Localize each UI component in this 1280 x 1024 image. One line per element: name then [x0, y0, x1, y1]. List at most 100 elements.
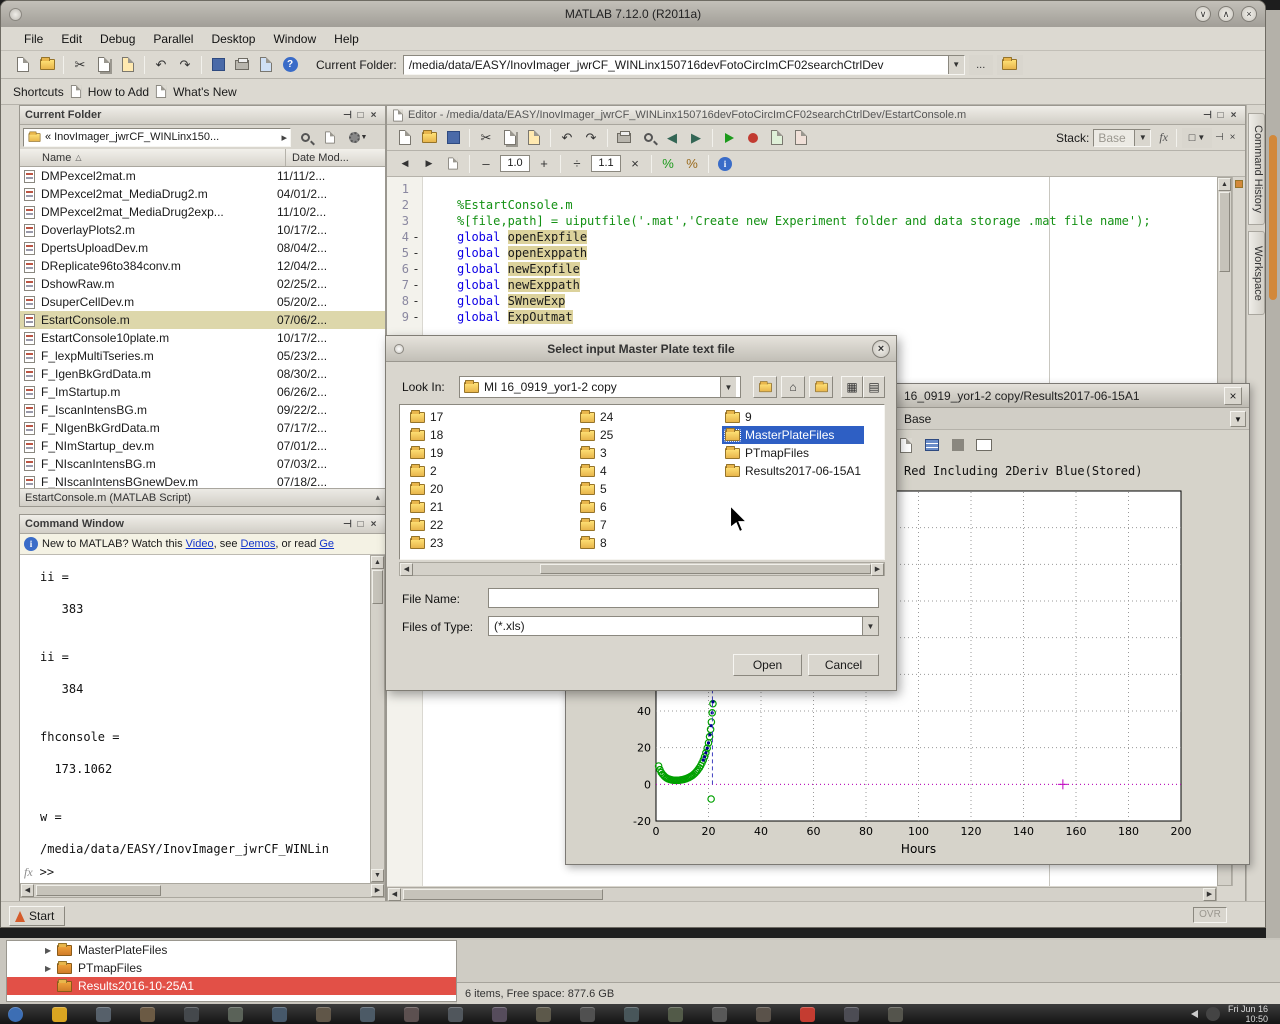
- tree-item[interactable]: ▶MasterPlateFiles: [7, 941, 456, 959]
- look-in-combobox[interactable]: MI 16_0919_yor1-2 copy ▼: [459, 376, 741, 398]
- open-button[interactable]: [418, 127, 440, 149]
- menu-debug[interactable]: Debug: [91, 29, 144, 49]
- grid-view-button[interactable]: ▦: [841, 376, 863, 398]
- cell-divider-button[interactable]: %: [681, 153, 703, 175]
- getting-started-link[interactable]: Ge: [319, 538, 334, 550]
- menu-window[interactable]: Window: [264, 29, 325, 49]
- current-folder-combobox[interactable]: /media/data/EASY/InovImager_jwrCF_WINLin…: [403, 55, 965, 75]
- simulink-button[interactable]: [207, 54, 229, 76]
- dialog-folder-item[interactable]: 24: [577, 408, 616, 426]
- breadcrumb-collapse[interactable]: «: [45, 131, 51, 143]
- dialog-hscrollbar[interactable]: ◀ ▶: [399, 562, 885, 576]
- scroll-left-icon[interactable]: ◀: [388, 888, 401, 901]
- scrollbar-thumb[interactable]: [1219, 192, 1230, 272]
- file-row[interactable]: F_NImStartup_dev.m07/01/2...: [20, 437, 385, 455]
- list-view-button[interactable]: ▤: [863, 376, 885, 398]
- file-row[interactable]: DMPexcel2mat.m11/11/2...: [20, 167, 385, 185]
- file-list-column-header[interactable]: Name △ Date Mod...: [20, 149, 385, 167]
- redo-button[interactable]: ↷: [580, 127, 602, 149]
- dialog-folder-item[interactable]: 20: [407, 480, 446, 498]
- file-row[interactable]: F_IscanIntensBG.m09/22/2...: [20, 401, 385, 419]
- collapse-detail-icon[interactable]: ▴: [375, 492, 380, 503]
- column-divider[interactable]: [285, 149, 286, 166]
- figure-options-button[interactable]: [948, 435, 968, 455]
- dialog-folder-item[interactable]: 4: [577, 462, 616, 480]
- file-row[interactable]: DsuperCellDev.m05/20/2...: [20, 293, 385, 311]
- code-line[interactable]: 9-global ExpOutmat: [387, 309, 1217, 325]
- maximize-button[interactable]: ∧: [1218, 6, 1234, 22]
- view-split-button[interactable]: □ ▼: [1182, 128, 1212, 148]
- cut-button[interactable]: ✂: [69, 54, 91, 76]
- network-icon[interactable]: [668, 1007, 683, 1022]
- video-link[interactable]: Video: [186, 538, 214, 550]
- scroll-down-icon[interactable]: ▼: [371, 869, 384, 882]
- file-row[interactable]: F_NIscanIntensBG.m07/03/2...: [20, 455, 385, 473]
- stack-combobox[interactable]: Base ▼: [1093, 129, 1151, 147]
- red-app-icon[interactable]: [800, 1007, 815, 1022]
- dialog-folder-item[interactable]: 25: [577, 426, 616, 444]
- up-one-level-button[interactable]: [753, 376, 777, 398]
- go-forward-button[interactable]: ▶: [685, 127, 707, 149]
- display-icon[interactable]: [96, 1007, 111, 1022]
- combo-dropdown-icon[interactable]: ▼: [720, 377, 736, 397]
- paste-button[interactable]: [117, 54, 139, 76]
- code-line[interactable]: 2%EstartConsole.m: [387, 197, 1217, 213]
- file-row[interactable]: F_NIgenBkGrdData.m07/17/2...: [20, 419, 385, 437]
- dialog-close-button[interactable]: ×: [872, 340, 890, 358]
- demos-link[interactable]: Demos: [241, 538, 276, 550]
- go-back-button[interactable]: ◀: [661, 127, 683, 149]
- command-console[interactable]: ii = 383 ii = 384 fhconsole = 173.1062 w…: [20, 555, 385, 883]
- menu-edit[interactable]: Edit: [52, 29, 91, 49]
- scrollbar-thumb[interactable]: [1269, 135, 1277, 300]
- console-vscrollbar[interactable]: ▲ ▼: [370, 555, 385, 883]
- increment-button[interactable]: +: [533, 153, 555, 175]
- up-folder-button[interactable]: [997, 55, 1023, 75]
- code-line[interactable]: 6-global newExpfile: [387, 261, 1217, 277]
- figure-close-button[interactable]: ×: [1224, 387, 1242, 405]
- dialog-menu-icon[interactable]: [394, 344, 404, 354]
- scroll-right-icon[interactable]: ▶: [1203, 888, 1216, 901]
- dialog-folder-item[interactable]: 5: [577, 480, 616, 498]
- dialog-folder-item[interactable]: 23: [407, 534, 446, 552]
- dialog-folder-item[interactable]: 21: [407, 498, 446, 516]
- files-of-type-combobox[interactable]: (*.xls) ▼: [488, 616, 879, 636]
- scroll-up-icon[interactable]: ▲: [371, 556, 384, 569]
- file-row[interactable]: F_ImStartup.m06/26/2...: [20, 383, 385, 401]
- cut-button[interactable]: ✂: [475, 127, 497, 149]
- paste-button[interactable]: [523, 127, 545, 149]
- close-panel-icon[interactable]: ×: [367, 519, 380, 530]
- command-window-header[interactable]: Command Window ⊣ □ ×: [20, 515, 385, 534]
- copy-button[interactable]: [499, 127, 521, 149]
- file-row[interactable]: EstartConsole10plate.m10/17/2...: [20, 329, 385, 347]
- divide-button[interactable]: ÷: [566, 153, 588, 175]
- close-button[interactable]: ×: [1241, 6, 1257, 22]
- run-section-button[interactable]: [766, 127, 788, 149]
- chat-icon[interactable]: [624, 1007, 639, 1022]
- indent-left-button[interactable]: ◀: [394, 153, 416, 175]
- dialog-file-list[interactable]: 171819220212223 2425345678 9MasterPlateF…: [399, 404, 885, 560]
- figure-save-button[interactable]: [896, 435, 916, 455]
- file-row[interactable]: F_IgenBkGrdData.m08/30/2...: [20, 365, 385, 383]
- scroll-right-icon[interactable]: ▶: [371, 884, 384, 897]
- menu-desktop[interactable]: Desktop: [202, 29, 264, 49]
- save-button[interactable]: [442, 127, 464, 149]
- title-bar[interactable]: MATLAB 7.12.0 (R2011a) ∨ ∧ ×: [1, 1, 1265, 27]
- dialog-folder-item[interactable]: 19: [407, 444, 446, 462]
- file-row[interactable]: DMPexcel2mat_MediaDrug2.m04/01/2...: [20, 185, 385, 203]
- folder-breadcrumb-combo[interactable]: « InovImager_jwrCF_WINLinx150... ▸: [23, 128, 291, 147]
- tab-workspace[interactable]: Workspace: [1248, 231, 1265, 315]
- scrollbar-thumb[interactable]: [372, 570, 383, 604]
- dialog-folder-item[interactable]: MasterPlateFiles: [722, 426, 864, 444]
- office-icon[interactable]: [360, 1007, 375, 1022]
- maximize-panel-icon[interactable]: □: [1214, 110, 1227, 121]
- maximize-panel-icon[interactable]: □: [354, 110, 367, 121]
- indent-right-button[interactable]: ▶: [418, 153, 440, 175]
- undock-icon[interactable]: ⊣: [1213, 132, 1226, 143]
- undo-button[interactable]: ↶: [150, 54, 172, 76]
- dialog-folder-item[interactable]: 18: [407, 426, 446, 444]
- code-line[interactable]: 3%[file,path] = uiputfile('.mat','Create…: [387, 213, 1217, 229]
- guide-button[interactable]: [231, 54, 253, 76]
- profiler-button[interactable]: [255, 54, 277, 76]
- file-detail-bar[interactable]: EstartConsole.m (MATLAB Script) ▴: [20, 488, 385, 506]
- start-button[interactable]: Start: [9, 906, 65, 926]
